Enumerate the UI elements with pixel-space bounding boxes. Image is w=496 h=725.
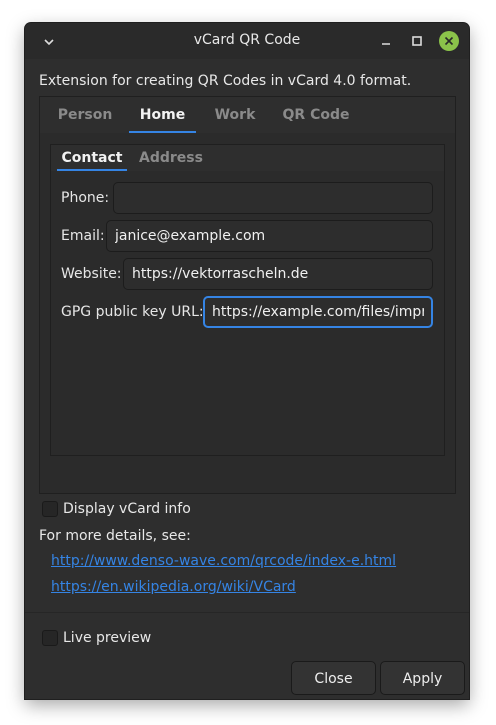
phone-label: Phone:	[61, 190, 110, 206]
tab-qr-code[interactable]: QR Code	[276, 97, 356, 133]
gpg-key-label: GPG public key URL:	[61, 304, 204, 320]
live-preview-checkbox[interactable]	[42, 630, 58, 646]
tab-bar: Person Home Work QR Code	[40, 97, 455, 133]
display-vcard-info-label: Display vCard info	[63, 501, 191, 517]
dialog-window: vCard QR Code Extension for creating QR …	[25, 23, 469, 699]
close-icon[interactable]	[439, 31, 459, 51]
display-vcard-info-checkbox[interactable]	[42, 501, 58, 517]
phone-field[interactable]	[113, 182, 433, 214]
tab-person[interactable]: Person	[48, 97, 122, 133]
website-field[interactable]	[123, 258, 433, 290]
close-button[interactable]: Close	[291, 661, 376, 695]
tab-work[interactable]: Work	[201, 97, 269, 133]
home-notebook: Contact Address Phone: Email: Website: G…	[50, 144, 445, 456]
extension-description: Extension for creating QR Codes in vCard…	[39, 73, 412, 89]
inner-tab-bar: Contact Address	[51, 145, 444, 171]
apply-button[interactable]: Apply	[380, 661, 465, 695]
denso-wave-link[interactable]: http://www.denso-wave.com/qrcode/index-e…	[51, 553, 396, 569]
website-label: Website:	[61, 266, 122, 282]
wikipedia-vcard-link[interactable]: https://en.wikipedia.org/wiki/VCard	[51, 579, 296, 595]
email-label: Email:	[61, 228, 105, 244]
details-text: For more details, see:	[39, 528, 191, 544]
main-notebook: Person Home Work QR Code Contact Address…	[39, 96, 456, 494]
email-field[interactable]	[106, 220, 433, 252]
tab-address[interactable]: Address	[135, 145, 207, 171]
gpg-key-url-field[interactable]	[203, 296, 433, 328]
title-bar: vCard QR Code	[25, 23, 469, 59]
tab-home[interactable]: Home	[129, 97, 196, 133]
minimize-icon[interactable]	[377, 32, 395, 50]
tab-contact[interactable]: Contact	[57, 145, 127, 171]
live-preview-label: Live preview	[63, 630, 152, 646]
maximize-icon[interactable]	[408, 32, 426, 50]
window-title: vCard QR Code	[193, 32, 301, 48]
divider	[25, 612, 469, 613]
